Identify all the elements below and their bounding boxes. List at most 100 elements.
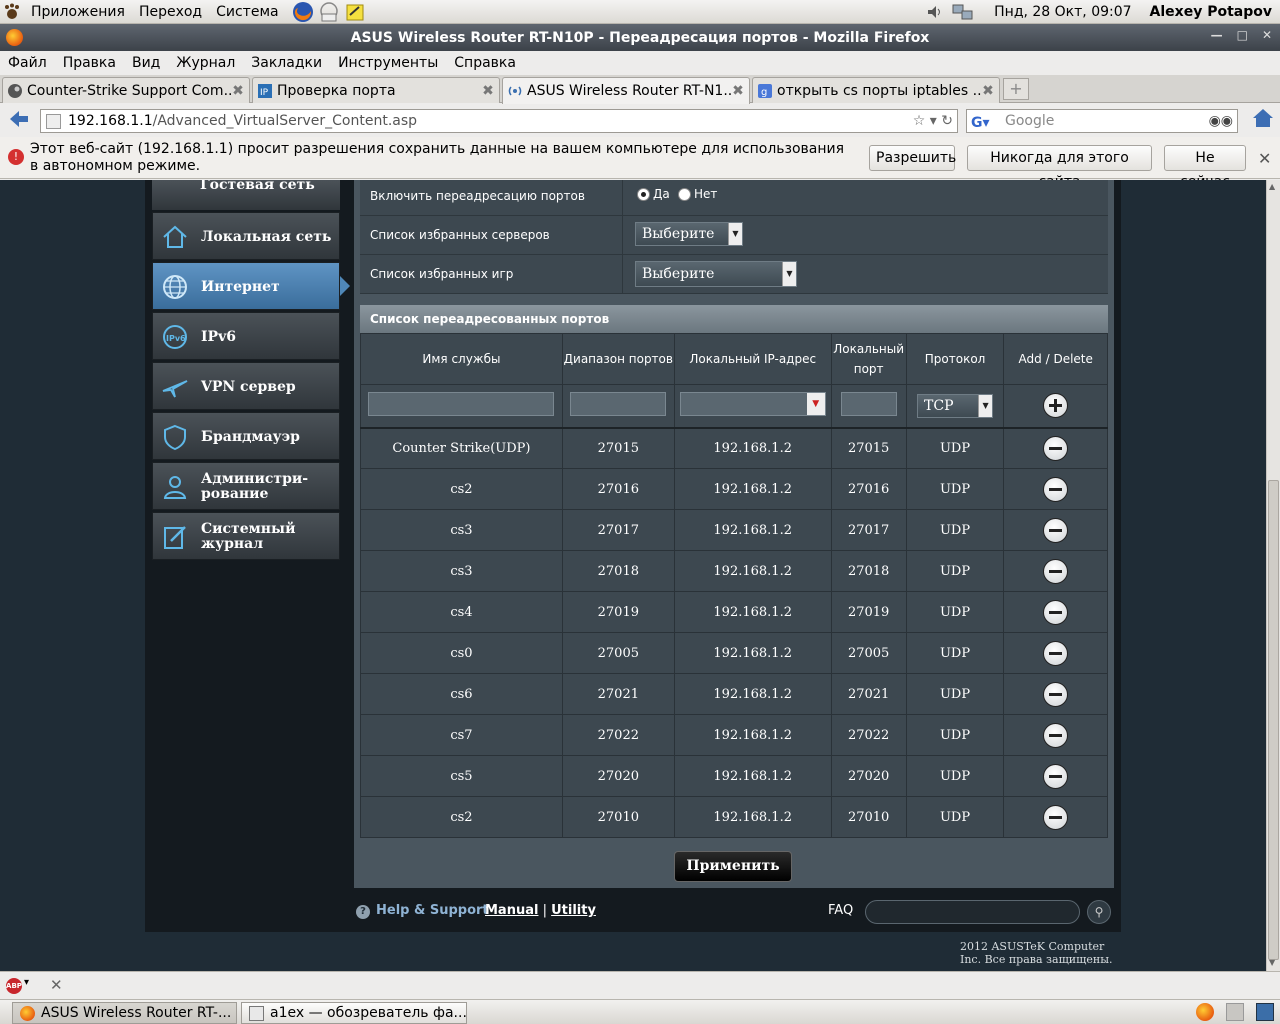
protocol-cell: UDP — [905, 468, 1005, 510]
sidebar-item-lan[interactable]: Локальная сеть — [152, 212, 340, 260]
faq-search-icon[interactable]: ⚲ — [1087, 900, 1111, 924]
sidebar-item-firewall[interactable]: Брандмауэр — [152, 412, 340, 460]
new-local-ip-input[interactable]: ▼ — [679, 391, 826, 416]
svg-text:g: g — [761, 87, 767, 98]
faq-search-input[interactable] — [865, 900, 1080, 924]
adblock-icon[interactable]: ABP — [6, 978, 22, 994]
url-dropdown-icon[interactable]: ▾ — [930, 113, 937, 129]
port-forwarding-panel: Включить переадресацию портов Да Нет Спи… — [354, 180, 1114, 888]
enable-yes-radio[interactable]: Да — [637, 187, 670, 201]
tab-counter-strike[interactable]: Counter-Strike Support Com... ✖ — [2, 77, 250, 103]
close-notification-icon[interactable]: ✕ — [1258, 149, 1271, 168]
menu-edit[interactable]: Правка — [55, 55, 124, 71]
protocol-cell: UDP — [905, 673, 1005, 715]
router-footer: ? Help & Support Manual | Utility FAQ ⚲ — [354, 888, 1114, 932]
not-now-button[interactable]: Не сейчас — [1164, 145, 1246, 190]
user-menu[interactable]: Alexey Potapov — [1150, 4, 1272, 20]
site-identity-icon[interactable] — [46, 114, 61, 129]
new-tab-button[interactable]: + — [1003, 78, 1029, 100]
delete-rule-button[interactable] — [1043, 763, 1069, 789]
ip-dropdown-icon[interactable]: ▼ — [806, 392, 825, 415]
gnome-menu-system[interactable]: Система — [209, 0, 285, 24]
sidebar-item-system-log[interactable]: Системный журнал — [152, 512, 340, 560]
sidebar-item-ipv6[interactable]: IPv6 IPv6 — [152, 312, 340, 360]
maximize-icon[interactable]: □ — [1237, 28, 1248, 42]
delete-cell — [1003, 755, 1108, 797]
col-header-add-delete: Add / Delete — [1003, 333, 1108, 385]
window-titlebar[interactable]: ASUS Wireless Router RT-N10P - Переадрес… — [0, 24, 1280, 51]
menu-view[interactable]: Вид — [124, 55, 168, 71]
network-icon[interactable] — [952, 3, 974, 21]
menu-history[interactable]: Журнал — [168, 55, 243, 71]
notes-launcher-icon[interactable] — [344, 1, 366, 23]
close-addon-bar-icon[interactable]: ✕ — [50, 976, 63, 994]
favorite-servers-select[interactable]: Выберите ▼ — [635, 222, 743, 246]
close-tab-icon[interactable]: ✖ — [981, 83, 995, 99]
delete-cell — [1003, 796, 1108, 838]
mail-launcher-icon[interactable] — [318, 1, 340, 23]
delete-rule-button[interactable] — [1043, 804, 1069, 830]
sidebar-item-internet[interactable]: Интернет — [152, 262, 350, 310]
delete-rule-button[interactable] — [1043, 599, 1069, 625]
clock[interactable]: Пнд, 28 Окт, 09:07 — [994, 4, 1131, 20]
close-window-icon[interactable]: ✕ — [1262, 28, 1272, 42]
close-tab-icon[interactable]: ✖ — [481, 83, 495, 99]
sidebar-item-guest-network[interactable]: Гостевая сеть — [152, 180, 340, 210]
help-support-link[interactable]: ? Help & Support — [356, 903, 489, 919]
new-service-name-input[interactable] — [368, 391, 555, 416]
close-tab-icon[interactable]: ✖ — [231, 83, 245, 99]
manual-link[interactable]: Manual — [485, 903, 538, 918]
new-port-range-input[interactable] — [570, 391, 667, 416]
close-tab-icon[interactable]: ✖ — [731, 83, 745, 99]
favorite-games-select[interactable]: Выберите ▼ — [635, 261, 797, 287]
gnome-menu-places[interactable]: Переход — [132, 0, 209, 24]
new-local-port-input[interactable] — [840, 391, 897, 416]
delete-rule-button[interactable] — [1043, 681, 1069, 707]
menu-tools[interactable]: Инструменты — [330, 55, 446, 71]
scroll-down-icon[interactable]: ▼ — [1269, 958, 1275, 967]
taskbar-file-browser[interactable]: a1ex — обозреватель фа... — [241, 1002, 467, 1024]
scroll-up-icon[interactable]: ▲ — [1269, 182, 1275, 191]
delete-rule-button[interactable] — [1043, 435, 1069, 461]
trash-icon[interactable] — [1256, 1003, 1274, 1021]
firefox-launcher-icon[interactable] — [292, 1, 314, 23]
firefox-tray-icon[interactable] — [1196, 1003, 1214, 1021]
menu-help[interactable]: Справка — [446, 55, 524, 71]
delete-rule-button[interactable] — [1043, 476, 1069, 502]
delete-rule-button[interactable] — [1043, 558, 1069, 584]
minimize-icon[interactable]: — — [1211, 28, 1223, 42]
volume-icon[interactable] — [926, 3, 944, 21]
page-scrollbar[interactable]: ▲ ▼ — [1266, 180, 1280, 971]
tab-port-check[interactable]: IP Проверка порта ✖ — [252, 77, 500, 103]
sidebar-item-vpn[interactable]: VPN сервер — [152, 362, 340, 410]
never-for-site-button[interactable]: Никогда для этого сайта — [967, 145, 1152, 190]
search-input[interactable]: G▾ Google ◉◉ — [966, 109, 1238, 133]
scrollbar-thumb[interactable] — [1268, 480, 1279, 960]
add-rule-button[interactable] — [1043, 393, 1069, 419]
col-header-local-port: Локальный порт — [830, 333, 907, 385]
url-input[interactable]: 192.168.1.1/Advanced_VirtualServer_Conte… — [40, 109, 958, 133]
gnome-menu-applications[interactable]: Приложения — [24, 0, 132, 24]
adblock-dropdown-icon[interactable]: ▾ — [24, 977, 29, 988]
utility-link[interactable]: Utility — [551, 903, 596, 918]
tab-asus-router[interactable]: ASUS Wireless Router RT-N1... ✖ — [502, 77, 750, 104]
workspace-switcher-icon[interactable] — [1226, 1003, 1244, 1021]
delete-rule-button[interactable] — [1043, 640, 1069, 666]
new-protocol-select[interactable]: TCP ▼ — [917, 393, 994, 418]
apply-button[interactable]: Применить — [674, 851, 792, 882]
delete-rule-button[interactable] — [1043, 722, 1069, 748]
reload-icon[interactable]: ↻ — [941, 113, 953, 129]
tab-google-search[interactable]: g открыть cs порты iptables ... ✖ — [752, 77, 1000, 103]
allow-button[interactable]: Разрешить — [869, 145, 956, 171]
google-engine-icon[interactable]: G▾ — [971, 112, 990, 134]
delete-rule-button[interactable] — [1043, 517, 1069, 543]
home-button[interactable] — [1252, 108, 1274, 133]
sidebar-item-administration[interactable]: Администри- рование — [152, 462, 340, 510]
enable-no-radio[interactable]: Нет — [678, 187, 717, 201]
taskbar-firefox[interactable]: ASUS Wireless Router RT-... — [12, 1002, 237, 1024]
menu-bookmarks[interactable]: Закладки — [243, 55, 330, 71]
bookmark-star-icon[interactable]: ☆ — [913, 113, 926, 129]
binoculars-icon[interactable]: ◉◉ — [1209, 110, 1233, 132]
back-button[interactable] — [8, 109, 32, 131]
menu-file[interactable]: Файл — [0, 55, 55, 71]
